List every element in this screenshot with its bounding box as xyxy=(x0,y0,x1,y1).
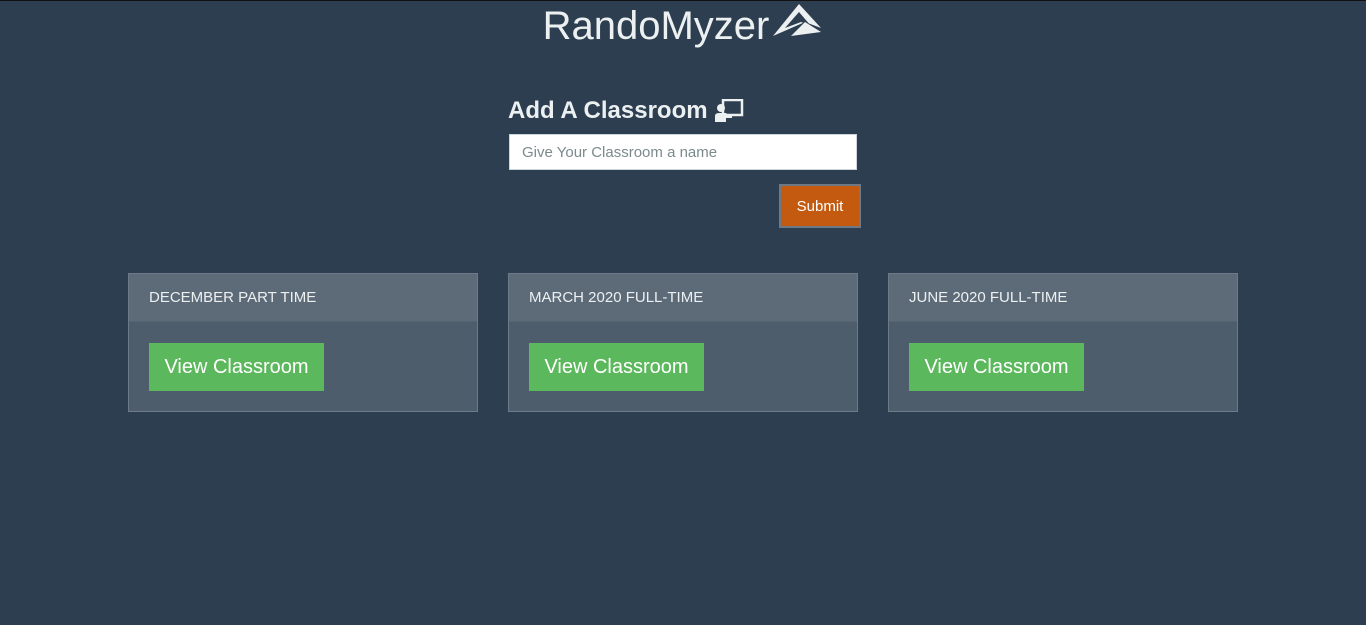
classroom-card: JUNE 2020 FULL-TIME View Classroom xyxy=(888,273,1238,412)
paper-plane-logo-icon xyxy=(771,2,823,47)
view-classroom-button[interactable]: View Classroom xyxy=(909,343,1084,391)
chalkboard-teacher-icon xyxy=(714,99,744,123)
submit-button[interactable]: Submit xyxy=(779,184,861,228)
classroom-name-input[interactable] xyxy=(509,134,857,170)
view-classroom-button[interactable]: View Classroom xyxy=(529,343,704,391)
classroom-card-title: MARCH 2020 FULL-TIME xyxy=(509,274,857,322)
form-title-text: Add A Classroom xyxy=(508,97,708,124)
form-title: Add A Classroom xyxy=(508,96,860,126)
classroom-card: MARCH 2020 FULL-TIME View Classroom xyxy=(508,273,858,412)
brand-name: RandoMyzer xyxy=(542,4,770,48)
add-classroom-form: Add A Classroom Submit xyxy=(508,96,861,228)
view-classroom-button[interactable]: View Classroom xyxy=(149,343,324,391)
classroom-cards: DECEMBER PART TIME View Classroom MARCH … xyxy=(128,273,1238,412)
classroom-card-title: DECEMBER PART TIME xyxy=(129,274,477,322)
classroom-card: DECEMBER PART TIME View Classroom xyxy=(128,273,478,412)
classroom-card-title: JUNE 2020 FULL-TIME xyxy=(889,274,1237,322)
top-border xyxy=(0,0,1366,1)
brand-header: RandoMyzer xyxy=(0,2,1366,51)
